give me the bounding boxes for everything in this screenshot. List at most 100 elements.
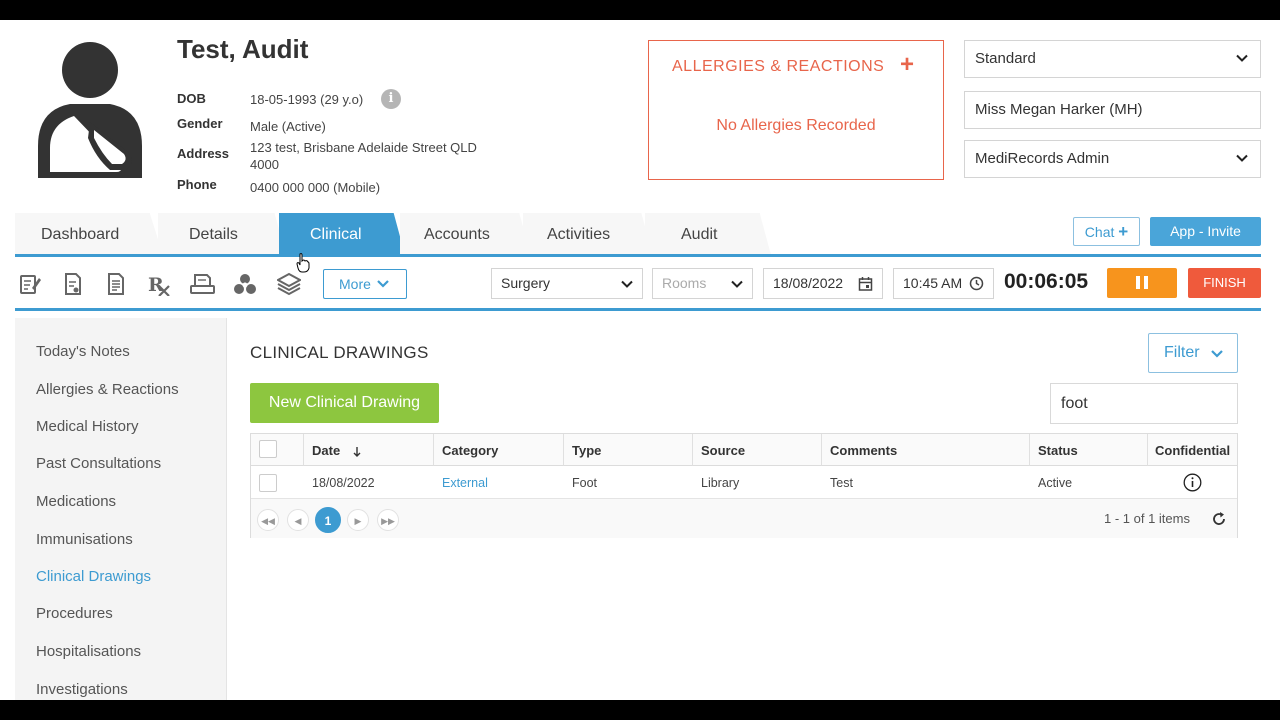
sidebar-item-hospitalisations[interactable]: Hospitalisations [36, 643, 141, 660]
gender-label: Gender [177, 116, 223, 131]
add-allergy-icon[interactable]: + [900, 53, 914, 77]
time-value: 10:45 AM [903, 275, 963, 291]
cell-status: Active [1038, 476, 1073, 490]
pause-icon-bar [1144, 276, 1148, 289]
new-clinical-drawing-button[interactable]: New Clinical Drawing [250, 383, 439, 423]
cell-date: 18/08/2022 [312, 476, 375, 490]
phone-value: 0400 000 000 (Mobile) [250, 180, 381, 195]
hand-cursor-icon [296, 253, 310, 273]
time-field[interactable]: 10:45 AM [893, 268, 994, 299]
sidebar-item-todays-notes[interactable]: Today's Notes [36, 343, 130, 360]
sidebar-item-immunisations[interactable]: Immunisations [36, 531, 133, 548]
tab-dashboard[interactable]: Dashboard [15, 213, 163, 255]
table-pager: ◀◀ ◀ 1 ▶ ▶▶ 1 - 1 of 1 items [251, 498, 1237, 538]
row-checkbox[interactable] [259, 474, 277, 492]
date-value: 18/08/2022 [773, 275, 844, 291]
notes-icon[interactable] [18, 272, 42, 296]
cell-source: Library [701, 476, 740, 490]
prescription-icon[interactable]: R [147, 272, 171, 296]
sidebar-item-medications[interactable]: Medications [36, 493, 116, 510]
rooms-select[interactable]: Rooms [652, 268, 753, 299]
finish-button[interactable]: FINISH [1188, 268, 1261, 298]
sidebar-item-procedures[interactable]: Procedures [36, 605, 113, 622]
app-invite-button[interactable]: App - Invite [1150, 217, 1261, 246]
filter-button[interactable]: Filter [1148, 333, 1238, 373]
info-icon[interactable]: i [381, 89, 401, 109]
chevron-down-icon [1236, 54, 1248, 62]
layers-icon[interactable] [277, 272, 301, 296]
gender-value: Male (Active) [250, 119, 326, 134]
role-select-value: MediRecords Admin [975, 150, 1110, 167]
sidebar-item-past-consultations[interactable]: Past Consultations [36, 455, 161, 472]
column-header-comments[interactable]: Comments [822, 434, 1030, 466]
clock-icon[interactable] [969, 276, 984, 291]
chevron-down-icon [621, 280, 633, 288]
column-header-source[interactable]: Source [693, 434, 822, 466]
next-page-icon[interactable]: ▶ [347, 509, 369, 531]
column-header-date[interactable]: Date [304, 434, 434, 466]
location-select[interactable]: Surgery [491, 268, 643, 299]
patient-name: Test, Audit [177, 34, 309, 64]
calendar-icon[interactable] [858, 276, 873, 291]
role-select[interactable]: MediRecords Admin [964, 140, 1261, 178]
tab-accounts[interactable]: Accounts [400, 213, 531, 255]
chevron-down-icon [1211, 350, 1223, 358]
prev-page-icon[interactable]: ◀ [287, 509, 309, 531]
chat-button[interactable]: Chat + [1073, 217, 1140, 246]
consult-timer: 00:06:05 [1004, 270, 1089, 293]
tab-clinical[interactable]: Clinical [279, 213, 405, 255]
dob-value: 18-05-1993 (29 y.o) [250, 92, 364, 107]
first-page-icon[interactable]: ◀◀ [257, 509, 279, 531]
info-circle-icon[interactable] [1183, 473, 1202, 492]
sidebar-item-investigations[interactable]: Investigations [36, 681, 128, 698]
page-1-button[interactable]: 1 [315, 507, 341, 533]
no-allergies-text: No Allergies Recorded [716, 117, 876, 134]
cell-category-link[interactable]: External [434, 467, 488, 498]
column-header-confidential[interactable]: Confidential [1148, 434, 1237, 466]
document-icon[interactable] [61, 272, 85, 296]
select-all-checkbox[interactable] [259, 440, 277, 458]
practitioner-field[interactable]: Miss Megan Harker (MH) [964, 91, 1261, 129]
clinical-sidebar: Today's Notes Allergies & Reactions Medi… [15, 318, 227, 700]
filter-button-label: Filter [1164, 344, 1200, 361]
pager-info: 1 - 1 of 1 items [1104, 511, 1190, 526]
sort-down-icon [353, 447, 361, 457]
allergies-title: ALLERGIES & REACTIONS [672, 58, 885, 75]
column-header-category[interactable]: Category [434, 434, 564, 466]
column-header-type[interactable]: Type [564, 434, 693, 466]
search-input[interactable]: foot [1050, 383, 1238, 424]
toolbar-underline [15, 308, 1261, 311]
scanner-icon[interactable] [189, 272, 216, 296]
tab-activities[interactable]: Activities [523, 213, 653, 255]
sidebar-item-clinical-drawings[interactable]: Clinical Drawings [36, 568, 151, 585]
chat-button-label: Chat [1084, 224, 1115, 240]
date-field[interactable]: 18/08/2022 [763, 268, 883, 299]
app-screen: Test, Audit DOB 18-05-1993 (29 y.o) i Ge… [0, 20, 1280, 700]
pause-button[interactable] [1107, 268, 1177, 298]
clinical-drawings-table: Date Category Type Source Comments Statu… [250, 433, 1238, 538]
tab-details[interactable]: Details [158, 213, 286, 255]
letter-icon[interactable] [104, 272, 128, 296]
cell-type: Foot [572, 476, 598, 490]
mode-select-value: Standard [975, 50, 1036, 67]
last-page-icon[interactable]: ▶▶ [377, 509, 399, 531]
more-button[interactable]: More [323, 269, 407, 299]
chevron-down-icon [731, 280, 743, 288]
sidebar-item-medical-history[interactable]: Medical History [36, 418, 139, 435]
mode-select[interactable]: Standard [964, 40, 1261, 78]
address-line-1: 123 test, Brisbane Adelaide Street QLD [250, 140, 477, 155]
tab-audit[interactable]: Audit [645, 213, 771, 255]
cell-comments: Test [830, 476, 853, 490]
sidebar-item-allergies[interactable]: Allergies & Reactions [36, 381, 179, 398]
refresh-icon[interactable] [1211, 511, 1227, 527]
location-select-value: Surgery [501, 275, 551, 291]
select-all-header [251, 434, 304, 466]
plus-icon: + [1118, 222, 1129, 241]
chevron-down-icon [377, 280, 389, 288]
biohazard-icon[interactable] [233, 272, 257, 296]
chevron-down-icon [1236, 154, 1248, 162]
column-header-status[interactable]: Status [1030, 434, 1148, 466]
practitioner-value: Miss Megan Harker (MH) [975, 101, 1143, 118]
main-tabs: Dashboard Details Clinical Accounts Acti… [15, 213, 815, 255]
phone-label: Phone [177, 177, 217, 192]
